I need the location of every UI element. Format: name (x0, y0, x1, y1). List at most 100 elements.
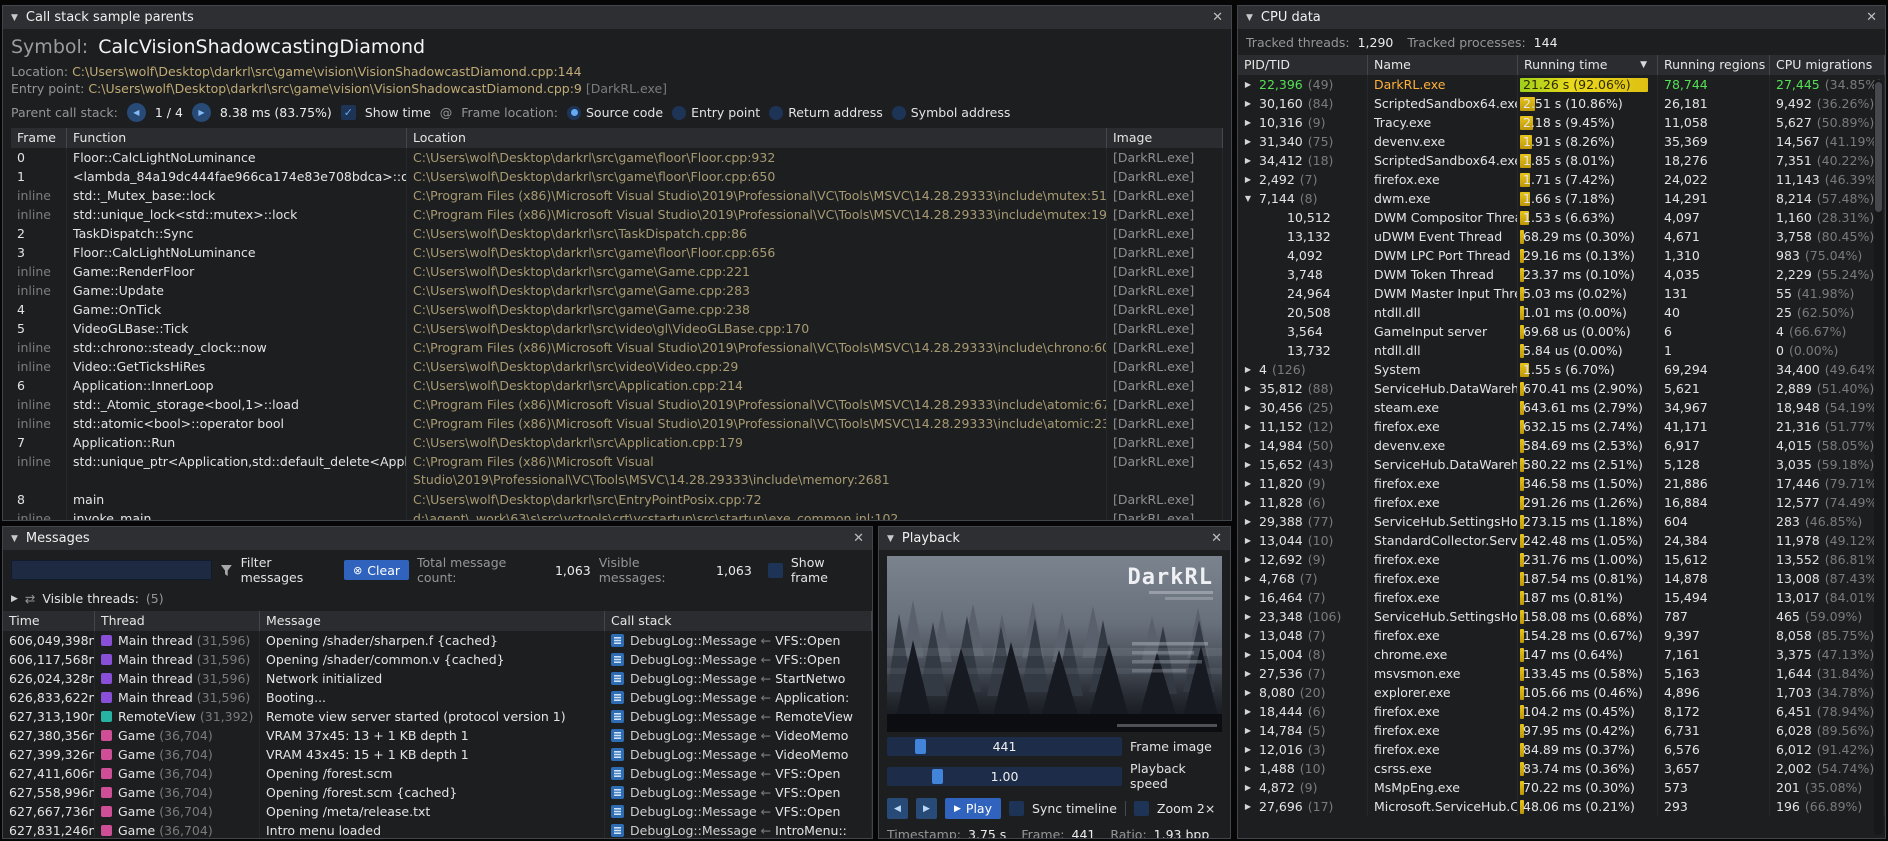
cpu-process-row[interactable]: 4,092 DWM LPC Port Thread 29.16 ms (0.13… (1238, 246, 1885, 265)
message-row[interactable]: 627,558,996ns Game (36,704) Opening /for… (3, 783, 872, 802)
callstack-frame-row[interactable]: 7 Application::Run C:\Users\wolf\Desktop… (11, 433, 1223, 452)
sync-timeline-checkbox[interactable] (1009, 801, 1024, 816)
column-header-function[interactable]: Function (67, 128, 407, 148)
cpu-process-row[interactable]: 24,964 DWM Master Input Threa 5.03 ms (0… (1238, 284, 1885, 303)
callstack-frame-row[interactable]: inline std::atomic<bool>::operator bool … (11, 414, 1223, 433)
expand-icon[interactable]: ▶ (1242, 113, 1254, 132)
next-stack-button[interactable]: ▶ (192, 103, 211, 122)
cpu-process-row[interactable]: ▶4(126) System 1.55 s (6.70%) 69,294 34,… (1238, 360, 1885, 379)
cpu-process-row[interactable]: ▶13,048(7) firefox.exe 154.28 ms (0.67%)… (1238, 626, 1885, 645)
expand-icon[interactable]: ▶ (1242, 379, 1254, 398)
expand-icon[interactable]: ▼ (1242, 189, 1254, 208)
expand-icon[interactable]: ▶ (1242, 170, 1254, 189)
cpu-process-row[interactable]: ▶11,152(12) firefox.exe 632.15 ms (2.74%… (1238, 417, 1885, 436)
cpu-process-row[interactable]: ▶8,080(20) explorer.exe 105.66 ms (0.46%… (1238, 683, 1885, 702)
expand-icon[interactable]: ▶ (1242, 664, 1254, 683)
expand-icon[interactable]: ▶ (1242, 360, 1254, 379)
column-header-location[interactable]: Location (407, 128, 1107, 148)
cpu-process-row[interactable]: 13,132 uDWM Event Thread 68.29 ms (0.30%… (1238, 227, 1885, 246)
cpu-process-row[interactable]: ▶30,160(84) ScriptedSandbox64.exe 2.51 s… (1238, 94, 1885, 113)
prev-frame-button[interactable]: ◀ (887, 798, 908, 819)
cpu-process-row[interactable]: ▶14,984(50) devenv.exe 584.69 ms (2.53%)… (1238, 436, 1885, 455)
cpu-process-row[interactable]: ▶15,652(43) ServiceHub.DataWarehou 580.2… (1238, 455, 1885, 474)
zoom-2x-checkbox[interactable] (1134, 801, 1149, 816)
expand-icon[interactable]: ▶ (1242, 474, 1254, 493)
expand-icon[interactable]: ▶ (1242, 550, 1254, 569)
column-header-running-time[interactable]: Running time▼ (1518, 55, 1658, 75)
close-icon[interactable]: ✕ (1211, 531, 1222, 546)
message-row[interactable]: 626,833,622ns Main thread (31,596) Booti… (3, 688, 872, 707)
callstack-frame-row[interactable]: 1 <lambda_84a19dc444fae966ca174e83e708bd… (11, 167, 1223, 186)
message-callstack[interactable]: DebugLog::Message ← VideoMemo (605, 726, 872, 745)
radio-entry-point[interactable]: Entry point (672, 105, 760, 120)
column-header-message[interactable]: Message (260, 611, 605, 631)
radio-symbol-address[interactable]: Symbol address (892, 105, 1011, 120)
column-header-pid-tid[interactable]: PID/TID (1238, 55, 1368, 75)
play-button[interactable]: ▶ Play (945, 798, 1001, 819)
cpu-process-row[interactable]: ▶15,004(8) chrome.exe 147 ms (0.64%) 7,1… (1238, 645, 1885, 664)
playback-speed-slider[interactable]: 1.00 (887, 767, 1122, 786)
message-callstack[interactable]: DebugLog::Message ← IntroMenu:: (605, 821, 872, 838)
message-callstack[interactable]: DebugLog::Message ← VFS::Open (605, 764, 872, 783)
cpu-process-row[interactable]: ▶23,348(106) ServiceHub.SettingsHost 158… (1238, 607, 1885, 626)
column-header-time[interactable]: Time (3, 611, 95, 631)
callstack-frame-row[interactable]: inline std::_Mutex_base::lock C:\Program… (11, 186, 1223, 205)
collapse-icon[interactable]: ▼ (1246, 13, 1253, 23)
cpu-process-row[interactable]: ▶2,492(7) firefox.exe 1.71 s (7.42%) 24,… (1238, 170, 1885, 189)
collapse-icon[interactable]: ▼ (11, 13, 18, 23)
cpu-process-row[interactable]: ▶4,768(7) firefox.exe 187.54 ms (0.81%) … (1238, 569, 1885, 588)
cpu-process-row[interactable]: ▶4,872(9) MsMpEng.exe 70.22 ms (0.30%) 5… (1238, 778, 1885, 797)
column-header-frame[interactable]: Frame (11, 128, 67, 148)
cpu-process-row[interactable]: ▶35,812(88) ServiceHub.DataWarehou 670.4… (1238, 379, 1885, 398)
cpu-process-row[interactable]: ▶29,388(77) ServiceHub.SettingsHost 273.… (1238, 512, 1885, 531)
message-callstack[interactable]: DebugLog::Message ← VFS::Open (605, 650, 872, 669)
expand-icon[interactable]: ▶ (1242, 417, 1254, 436)
expand-icon[interactable]: ▶ (1242, 493, 1254, 512)
expand-icon[interactable]: ▶ (1242, 398, 1254, 417)
callstack-frame-row[interactable]: inline invoke_main d:\agent\_work\63\s\s… (11, 509, 1223, 520)
expand-icon[interactable]: ▶ (1242, 797, 1254, 816)
callstack-frame-row[interactable]: inline std::unique_ptr<Application,std::… (11, 452, 1223, 490)
expand-icon[interactable]: ▶ (1242, 436, 1254, 455)
radio-icon[interactable] (567, 106, 581, 120)
expand-icon[interactable]: ▶ (1242, 721, 1254, 740)
collapse-icon[interactable]: ▼ (11, 534, 18, 544)
column-header-image[interactable]: Image (1107, 128, 1223, 148)
callstack-frame-row[interactable]: 4 Game::OnTick C:\Users\wolf\Desktop\dar… (11, 300, 1223, 319)
message-callstack[interactable]: DebugLog::Message ← RemoteView (605, 707, 872, 726)
message-row[interactable]: 627,831,246ns Game (36,704) Intro menu l… (3, 821, 872, 838)
cpu-process-row[interactable]: 10,512 DWM Compositor Thread 1.53 s (6.6… (1238, 208, 1885, 227)
message-callstack[interactable]: DebugLog::Message ← VideoMemo (605, 745, 872, 764)
callstack-frame-row[interactable]: 2 TaskDispatch::Sync C:\Users\wolf\Deskt… (11, 224, 1223, 243)
callstack-frame-row[interactable]: 6 Application::InnerLoop C:\Users\wolf\D… (11, 376, 1223, 395)
callstack-frame-row[interactable]: inline std::_Atomic_storage<bool,1>::loa… (11, 395, 1223, 414)
expand-icon[interactable]: ▶ (1242, 512, 1254, 531)
show-frame-checkbox[interactable] (768, 563, 783, 578)
message-callstack[interactable]: DebugLog::Message ← StartNetwo (605, 669, 872, 688)
cpu-process-row[interactable]: ▶22,396(49) DarkRL.exe 21.26 s (92.06%) … (1238, 75, 1885, 94)
cpu-process-row[interactable]: ▶30,456(25) steam.exe 643.61 ms (2.79%) … (1238, 398, 1885, 417)
message-callstack[interactable]: DebugLog::Message ← VFS::Open (605, 802, 872, 821)
cpu-process-row[interactable]: ▶18,444(6) firefox.exe 104.2 ms (0.45%) … (1238, 702, 1885, 721)
column-header-name[interactable]: Name (1368, 55, 1518, 75)
cpu-process-row[interactable]: ▶27,696(17) Microsoft.ServiceHub.Co 48.0… (1238, 797, 1885, 816)
cpu-process-row[interactable]: ▶16,464(7) firefox.exe 187 ms (0.81%) 15… (1238, 588, 1885, 607)
cpu-process-row[interactable]: ▶11,828(6) firefox.exe 291.26 ms (1.26%)… (1238, 493, 1885, 512)
tree-expand-icon[interactable]: ▶ (11, 594, 18, 604)
prev-stack-button[interactable]: ◀ (127, 103, 146, 122)
message-row[interactable]: 606,049,398ns Main thread (31,596) Openi… (3, 631, 872, 650)
callstack-frame-row[interactable]: inline std::unique_lock<std::mutex>::loc… (11, 205, 1223, 224)
expand-icon[interactable]: ▶ (1242, 132, 1254, 151)
expand-icon[interactable]: ▶ (1242, 531, 1254, 550)
callstack-frame-row[interactable]: inline std::chrono::steady_clock::now C:… (11, 338, 1223, 357)
message-callstack[interactable]: DebugLog::Message ← VFS::Open (605, 631, 872, 650)
message-row[interactable]: 627,667,736ns Game (36,704) Opening /met… (3, 802, 872, 821)
expand-icon[interactable]: ▶ (1242, 455, 1254, 474)
radio-icon[interactable] (769, 106, 783, 120)
message-row[interactable]: 627,313,190ns RemoteView (31,392) Remote… (3, 707, 872, 726)
expand-icon[interactable]: ▶ (1242, 645, 1254, 664)
radio-source-code[interactable]: Source code (567, 105, 663, 120)
column-header-thread[interactable]: Thread (95, 611, 260, 631)
callstack-frame-row[interactable]: 0 Floor::CalcLightNoLuminance C:\Users\w… (11, 148, 1223, 167)
cpu-process-row[interactable]: ▶31,340(75) devenv.exe 1.91 s (8.26%) 35… (1238, 132, 1885, 151)
